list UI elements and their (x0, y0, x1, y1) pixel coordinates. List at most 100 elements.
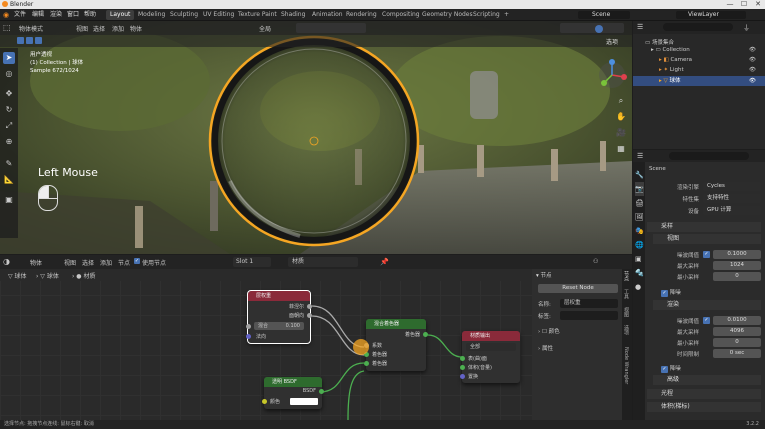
r-denoise-checkbox[interactable]: ✓ (661, 366, 668, 373)
scene-selector[interactable]: Scene (578, 11, 630, 19)
light-paths-section[interactable]: 光程 (647, 389, 761, 399)
outliner-item-camera[interactable]: ▸ ◧ Camera 👁 (659, 57, 765, 66)
scale-tool-icon[interactable]: ⤢ (3, 120, 15, 132)
r-denoise-row[interactable]: ✓ 降噪 (661, 364, 681, 373)
advanced-section[interactable]: 高级 (653, 375, 761, 385)
blend-socket[interactable] (246, 324, 251, 329)
shading-modes[interactable] (560, 23, 624, 33)
viewport-3d[interactable]: ⬚ 物体模式 视图 选择 添加 物体 全局 选项 用户透视 (1) Collec… (0, 21, 632, 254)
device-select[interactable]: GPU 计算 (703, 206, 761, 215)
tab-scripting[interactable]: Scripting (469, 10, 504, 20)
color-section[interactable]: › ☐ 颜色 (538, 327, 560, 335)
measure-tool-icon[interactable]: 📐 (3, 174, 15, 186)
tab-view[interactable]: 视图 (623, 307, 630, 317)
pan-icon[interactable]: ✋ (615, 109, 627, 125)
select-mode-icon[interactable] (17, 37, 24, 44)
tab-geometry-nodes[interactable]: Geometry Nodes (418, 10, 477, 20)
facing-socket[interactable] (307, 313, 312, 318)
menu-edit[interactable]: 编辑 (32, 9, 44, 21)
ortho-toggle-icon[interactable]: ▦ (615, 141, 627, 157)
minimize-button[interactable]: — (724, 0, 736, 9)
material-tab-icon[interactable]: ● (635, 280, 644, 294)
world-tab-icon[interactable]: 🌐 (635, 238, 644, 252)
viewport-sampling-section[interactable]: 视图 (653, 234, 761, 244)
options-dropdown[interactable]: 选项 (606, 37, 618, 46)
tab-sculpting[interactable]: Sculpting (166, 10, 202, 20)
tool-tab-icon[interactable]: 🔧 (635, 168, 644, 182)
menu-file[interactable]: 文件 (14, 9, 26, 21)
tab-rendering[interactable]: Rendering (342, 10, 381, 20)
mix-shader-node[interactable]: 混合着色器 着色器 系数 着色器 着色器 (364, 319, 428, 371)
add-workspace-icon[interactable]: + (500, 10, 513, 20)
mix-output-socket[interactable] (423, 332, 428, 337)
outliner-item-sphere[interactable]: ▸ ▽ 球体 👁 (633, 76, 765, 86)
vp-noise-threshold-checkbox[interactable]: ✓ (703, 251, 710, 258)
outliner-search-input[interactable] (663, 23, 733, 31)
time-limit-field[interactable]: 0 sec (713, 349, 761, 358)
viewport-menu-add[interactable]: 添加 (112, 24, 124, 33)
vp-noise-threshold-field[interactable]: 0.1000 (713, 250, 761, 259)
material-output-node[interactable]: 材质输出 全部 表(曲)面 体积(音量) 置换 (460, 331, 520, 383)
tab-options[interactable]: 选项 (623, 325, 630, 335)
navigation-gizmo[interactable] (596, 59, 628, 91)
scene-tab-icon[interactable]: 🎭 (635, 224, 644, 238)
bsdf-color-swatch[interactable] (290, 398, 318, 405)
add-cube-tool-icon[interactable]: ▣ (3, 194, 15, 206)
properties-section[interactable]: › 属性 (538, 344, 553, 352)
vp-max-samples-field[interactable]: 1024 (713, 261, 761, 270)
tab-compositing[interactable]: Compositing (378, 10, 424, 20)
outliner-item-light[interactable]: ▸ ✦ Light 👁 (659, 67, 765, 76)
view-layer-tab-icon[interactable]: 🖼 (635, 210, 644, 224)
camera-view-icon[interactable]: 🎥 (615, 125, 627, 141)
render-tab-icon[interactable]: 📷 (635, 182, 644, 196)
viewport-menu-select[interactable]: 选择 (93, 24, 105, 33)
tab-node[interactable]: 节点 (623, 271, 630, 281)
r-noise-threshold-checkbox[interactable]: ✓ (703, 317, 710, 324)
visibility-icon[interactable]: 👁 (749, 57, 756, 63)
menu-help[interactable]: 帮助 (84, 9, 96, 21)
render-engine-select[interactable]: Cycles (703, 182, 761, 191)
normal-socket[interactable] (246, 334, 251, 339)
modifier-tab-icon[interactable]: 🔩 (635, 266, 644, 280)
tab-node-wrangler[interactable]: Node Wrangler (623, 347, 629, 384)
tab-animation[interactable]: Animation (308, 10, 347, 20)
viewlayer-selector[interactable]: ViewLayer (676, 11, 746, 19)
maximize-button[interactable]: ☐ (738, 0, 750, 9)
snapping-toolbar[interactable] (296, 23, 366, 33)
render-sampling-section[interactable]: 渲染 (653, 300, 761, 310)
sampling-section[interactable]: 采样 (647, 222, 761, 232)
visibility-icon[interactable]: 👁 (749, 47, 756, 53)
properties-editor-icon[interactable]: ☰ (637, 152, 643, 160)
close-button[interactable]: ✕ (752, 0, 764, 9)
shader2-socket[interactable] (364, 361, 369, 366)
node-section-header[interactable]: ▾ 节点 (536, 271, 552, 279)
filter-icon[interactable]: ⏚ (743, 23, 750, 33)
tab-shading[interactable]: Shading (277, 10, 309, 20)
fresnel-socket[interactable] (307, 304, 312, 309)
tab-uv-editing[interactable]: UV Editing (199, 10, 238, 20)
viewport-menu-view[interactable]: 视图 (76, 24, 88, 33)
visibility-icon[interactable]: 👁 (749, 67, 756, 73)
blender-menu-icon[interactable]: ◉ (3, 9, 9, 21)
object-mode-selector[interactable]: 物体模式 (19, 24, 43, 33)
name-field[interactable]: 层权重 (560, 299, 618, 308)
r-max-samples-field[interactable]: 4096 (713, 327, 761, 336)
reset-node-button[interactable]: Reset Node (538, 284, 618, 293)
move-tool-icon[interactable]: ✥ (3, 88, 15, 100)
blend-field[interactable]: 混合 0.100 (254, 322, 304, 330)
tab-layout[interactable]: Layout (106, 10, 135, 20)
shader-editor[interactable]: ◑ 物体 视图 选择 添加 节点 ✓ 使用节点 Slot 1 材质 📌 ⚇ ▽ … (0, 255, 632, 420)
outliner-item-collection[interactable]: ▸ ▭ Collection 👁 (651, 47, 765, 56)
volumes-section[interactable]: 体积(梯标) (647, 402, 761, 412)
editor-type-icon[interactable]: ⬚ (3, 23, 11, 32)
properties-search-input[interactable] (669, 152, 749, 160)
transparent-bsdf-node[interactable]: 透明 BSDF BSDF 颜色 (262, 377, 324, 409)
menu-window[interactable]: 窗口 (67, 9, 79, 21)
outliner-editor-icon[interactable]: ☰ (637, 23, 643, 31)
cursor-tool-icon[interactable]: ◎ (3, 68, 15, 80)
bsdf-output-socket[interactable] (319, 389, 324, 394)
volume-socket[interactable] (460, 365, 465, 370)
tab-modeling[interactable]: Modeling (134, 10, 169, 20)
displacement-socket[interactable] (460, 374, 465, 379)
tab-tool[interactable]: 工具 (623, 289, 630, 299)
